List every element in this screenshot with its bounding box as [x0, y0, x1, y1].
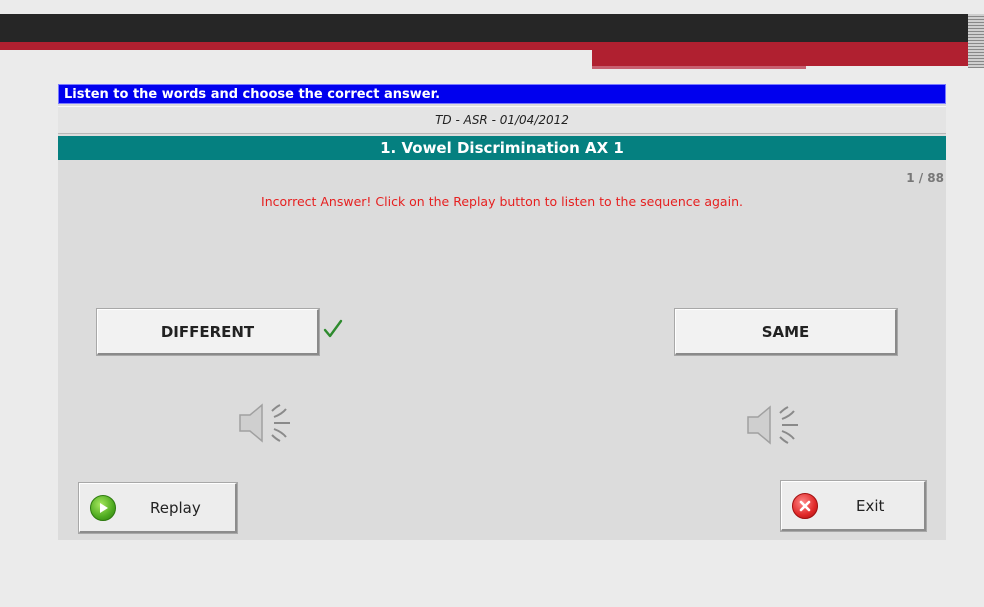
exit-button[interactable]: Exit — [781, 481, 926, 531]
check-icon — [322, 318, 344, 344]
header-bar — [0, 14, 984, 42]
play-icon — [90, 494, 116, 521]
replay-label: Replay — [150, 498, 201, 517]
instruction-bar: Listen to the words and choose the corre… — [58, 84, 946, 104]
speaker-icon[interactable] — [744, 399, 804, 451]
speaker-icon[interactable] — [236, 397, 296, 449]
exercise-title: 1. Vowel Discrimination AX 1 — [58, 136, 946, 160]
session-info: TD - ASR - 01/04/2012 — [58, 106, 946, 134]
close-icon — [792, 492, 818, 519]
feedback-message: Incorrect Answer! Click on the Replay bu… — [261, 194, 743, 209]
different-button[interactable]: DIFFERENT — [97, 309, 319, 355]
header-accent-stripe — [0, 42, 984, 50]
progress-counter: 1 / 88 — [906, 171, 944, 185]
header-accent-line — [592, 66, 806, 69]
replay-button[interactable]: Replay — [79, 483, 237, 533]
same-button[interactable]: SAME — [675, 309, 897, 355]
exit-label: Exit — [856, 496, 885, 515]
header-texture — [968, 14, 984, 68]
header-accent-block — [592, 50, 984, 66]
